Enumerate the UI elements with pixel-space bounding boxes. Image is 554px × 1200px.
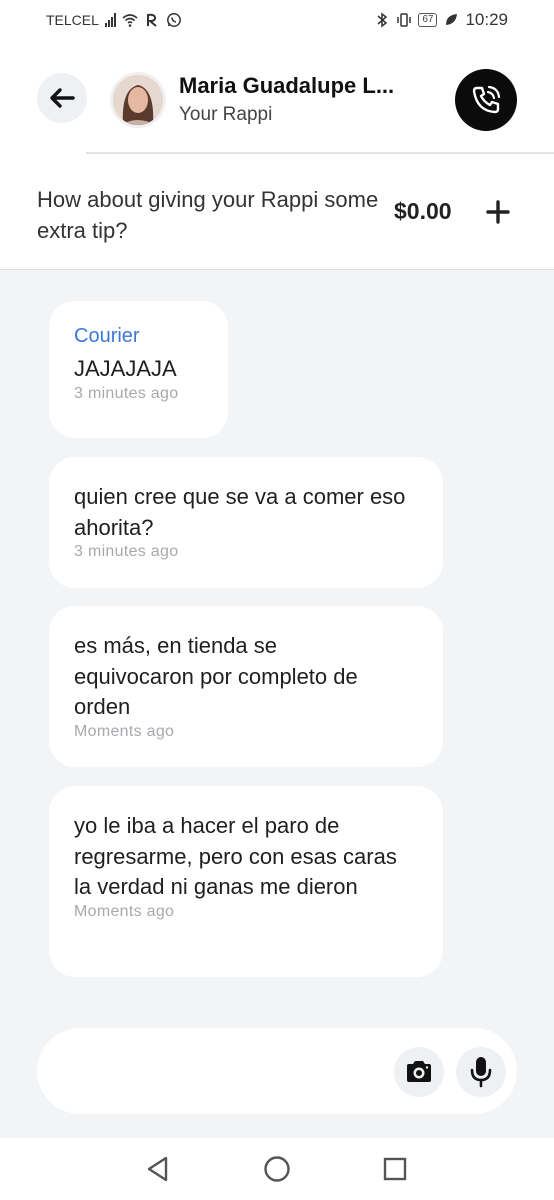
nav-back-button[interactable]	[143, 1154, 173, 1184]
nav-recents-button[interactable]	[380, 1154, 410, 1184]
message-bubble: es más, en tienda se equivocaron por com…	[49, 606, 443, 767]
tip-bar: How about giving your Rappi some extra t…	[0, 154, 554, 270]
whatsapp-icon	[166, 13, 181, 27]
message-time: Moments ago	[74, 722, 175, 740]
back-button[interactable]	[37, 73, 87, 123]
tip-amount[interactable]: $0.00	[394, 198, 452, 225]
message-text: JAJAJAJA	[74, 356, 177, 381]
avatar-photo	[113, 75, 163, 125]
leaf-icon	[446, 14, 458, 25]
status-left: TELCEL	[46, 12, 182, 28]
message-text: es más, en tienda se equivocaron por com…	[74, 633, 358, 719]
message-composer	[37, 1028, 517, 1114]
message-bubble: quien cree que se va a comer eso ahorita…	[49, 457, 443, 588]
rappi-icon	[146, 13, 157, 27]
camera-button[interactable]	[394, 1047, 444, 1097]
chat-header: Maria Guadalupe L... Your Rappi	[0, 44, 554, 154]
message-bubble: yo le iba a hacer el paro de regresarme,…	[49, 786, 443, 977]
microphone-button[interactable]	[456, 1047, 506, 1097]
add-tip-button[interactable]	[484, 198, 512, 226]
message-text: quien cree que se va a comer eso ahorita…	[74, 484, 406, 540]
courier-role: Your Rappi	[179, 104, 273, 125]
nav-home-button[interactable]	[262, 1154, 292, 1184]
camera-icon	[407, 1061, 431, 1082]
message-text: yo le iba a hacer el paro de regresarme,…	[74, 813, 397, 899]
microphone-icon	[470, 1057, 492, 1088]
clock: 10:29	[465, 10, 508, 29]
plus-icon	[486, 200, 510, 224]
call-button[interactable]	[455, 69, 517, 131]
avatar[interactable]	[110, 72, 166, 128]
message-input[interactable]	[63, 1048, 383, 1094]
circle-home-icon	[264, 1156, 290, 1182]
square-recents-icon	[383, 1157, 407, 1181]
vibrate-icon	[397, 13, 412, 27]
message-bubble: Courier JAJAJAJA 3 minutes ago	[49, 301, 228, 438]
tip-prompt: How about giving your Rappi some extra t…	[37, 187, 379, 243]
status-right: 67 10:29	[374, 10, 508, 30]
wifi-icon	[122, 14, 138, 27]
status-bar: TELCEL 67 10:29	[0, 0, 554, 44]
system-nav-bar	[0, 1138, 554, 1200]
bluetooth-icon	[377, 12, 388, 28]
sender-label: Courier	[74, 325, 140, 347]
message-time: Moments ago	[74, 902, 175, 920]
courier-name: Maria Guadalupe L...	[179, 73, 395, 98]
phone-call-icon	[472, 85, 501, 114]
message-time: 3 minutes ago	[74, 543, 179, 560]
triangle-back-icon	[147, 1156, 168, 1182]
battery-icon: 67	[418, 13, 438, 27]
signal-icon	[104, 13, 116, 27]
arrow-left-icon	[50, 88, 75, 108]
message-time: 3 minutes ago	[74, 384, 179, 402]
carrier-label: TELCEL	[46, 12, 99, 28]
